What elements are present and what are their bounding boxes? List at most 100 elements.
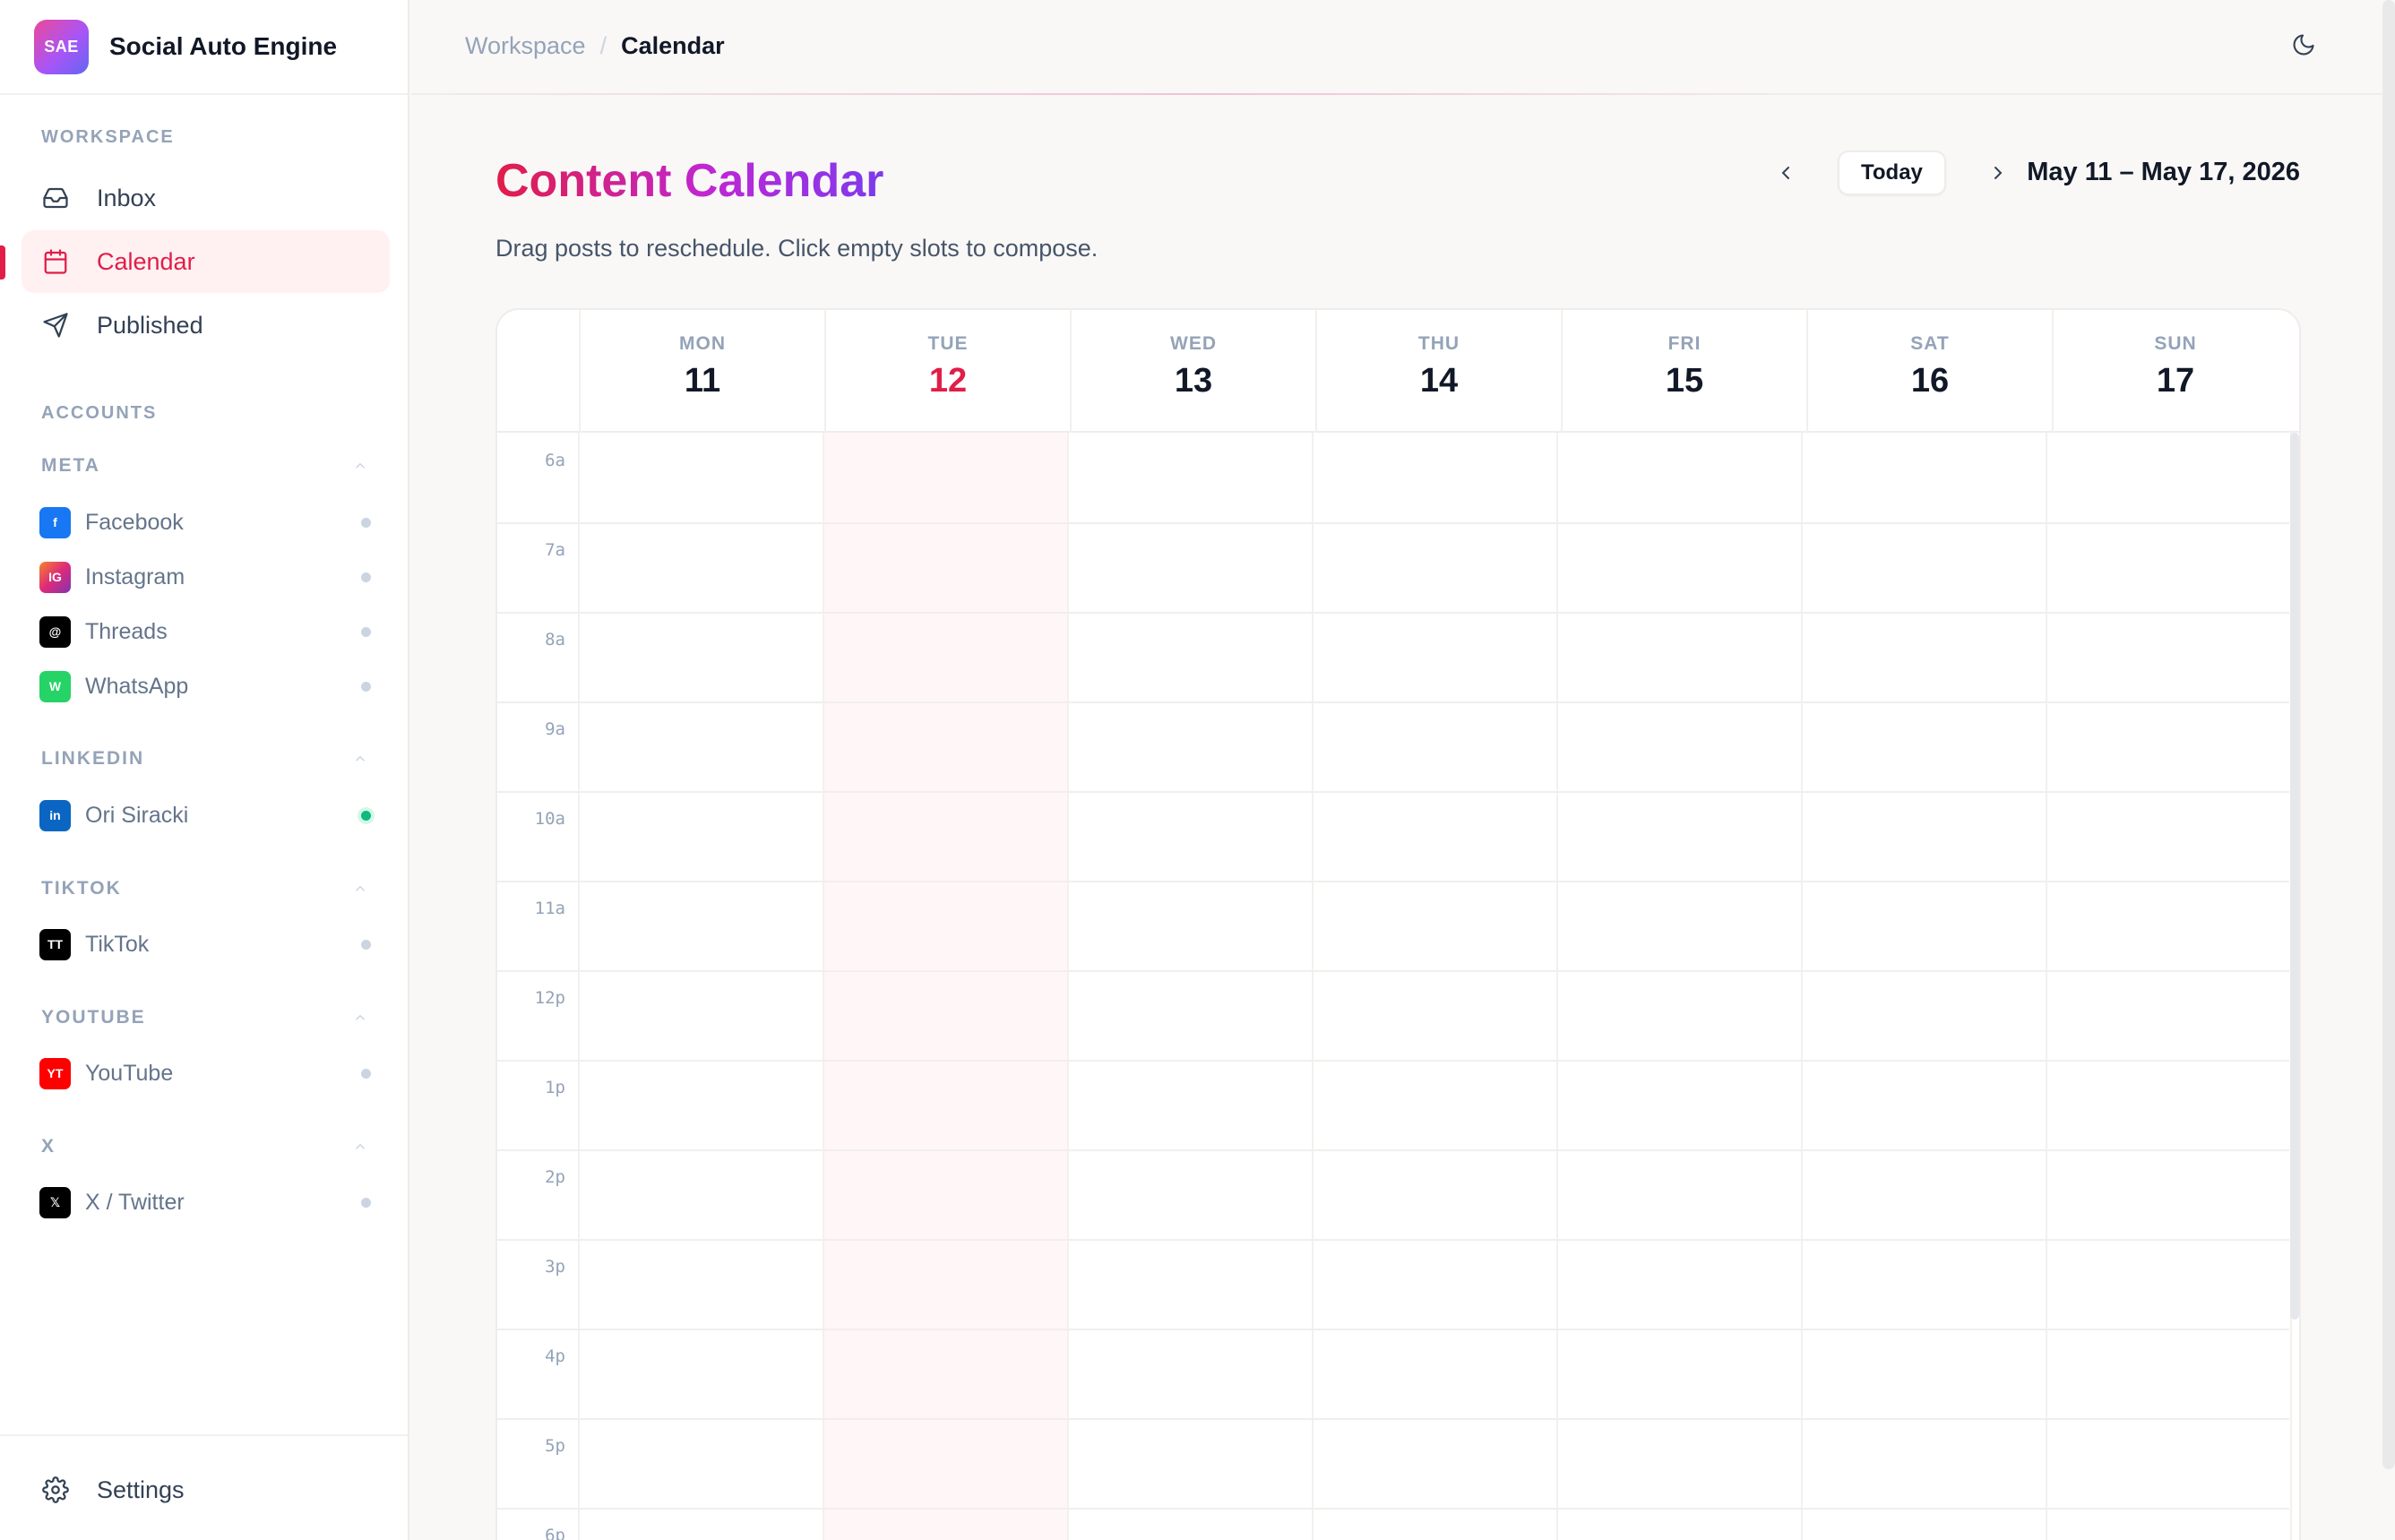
day-number-today: 12 [928, 362, 968, 400]
group-head-linkedin[interactable]: LINKEDIN [41, 748, 368, 770]
workspace-section-label: WORKSPACE [41, 127, 175, 147]
hour-label: 9a [545, 719, 565, 739]
account-instagram[interactable]: IG Instagram [39, 559, 371, 595]
account-name: Threads [85, 618, 168, 644]
grid-row-line [497, 1239, 2289, 1241]
day-name: TUE [927, 333, 969, 354]
sidebar-item-label: Settings [97, 1475, 185, 1503]
hour-label: 5p [545, 1436, 565, 1456]
day-number: 16 [1910, 362, 1950, 400]
tiktok-icon: TT [39, 928, 71, 960]
grid-column-line [578, 433, 580, 1540]
grid-row-line [497, 881, 2289, 882]
hour-label: 2p [545, 1167, 565, 1187]
sidebar-item-calendar[interactable]: Calendar [22, 230, 390, 293]
status-dot [361, 1068, 371, 1079]
grid-row-line [497, 1418, 2289, 1420]
grid-row-line [497, 1508, 2289, 1510]
sidebar-item-inbox[interactable]: Inbox [22, 167, 390, 229]
instagram-icon: IG [39, 561, 71, 593]
grid-column-line [823, 433, 824, 1540]
account-threads[interactable]: @ Threads [39, 614, 371, 650]
group-head-youtube[interactable]: YOUTUBE [41, 1007, 368, 1028]
grid-column-line [2046, 433, 2047, 1540]
page-subtitle: Drag posts to reschedule. Click empty sl… [495, 235, 1098, 262]
account-name: WhatsApp [85, 673, 189, 699]
day-number: 11 [684, 362, 721, 400]
group-name: X [41, 1136, 56, 1157]
calendar-icon [41, 247, 70, 276]
day-name: MON [679, 333, 726, 354]
hour-label: 6a [545, 451, 565, 470]
theme-toggle-button[interactable] [2291, 32, 2318, 59]
grid-row-line [497, 701, 2289, 703]
sidebar-footer: Settings [0, 1434, 408, 1540]
linkedin-icon: in [39, 799, 71, 831]
brand[interactable]: SAE Social Auto Engine [0, 0, 408, 95]
group-head-meta[interactable]: META [41, 455, 368, 477]
hour-label: 8a [545, 630, 565, 650]
breadcrumb-separator: / [599, 32, 607, 59]
sidebar-item-published[interactable]: Published [22, 294, 390, 357]
page-scrollbar[interactable] [2382, 0, 2395, 1469]
chevron-up-icon [355, 885, 366, 891]
sidebar-item-settings[interactable]: Settings [22, 1458, 390, 1521]
breadcrumb-workspace[interactable]: Workspace [465, 32, 586, 60]
gear-icon [41, 1475, 70, 1504]
topbar: Workspace / Calendar [411, 0, 2395, 95]
breadcrumb-current: Calendar [621, 32, 725, 59]
day-number: 14 [1419, 362, 1459, 400]
grid-column-line [1312, 433, 1314, 1540]
account-linkedin[interactable]: in Ori Siracki [39, 797, 371, 833]
account-whatsapp[interactable]: W WhatsApp [39, 668, 371, 704]
account-facebook[interactable]: f Facebook [39, 504, 371, 540]
account-name: Facebook [85, 509, 184, 535]
account-name: Instagram [85, 564, 185, 589]
sidebar-item-label: Published [97, 311, 203, 339]
today-column-highlight [823, 433, 1068, 1540]
hour-label: 6p [545, 1526, 565, 1540]
chevron-right-icon [1994, 167, 2003, 179]
account-x-twitter[interactable]: 𝕏 X / Twitter [39, 1184, 371, 1220]
day-number: 17 [2156, 362, 2195, 400]
grid-column-line [1067, 433, 1069, 1540]
x-icon: 𝕏 [39, 1186, 71, 1218]
status-dot-connected [361, 810, 371, 821]
group-name: LINKEDIN [41, 748, 145, 769]
chevron-left-icon [1781, 167, 1789, 179]
account-tiktok[interactable]: TT TikTok [39, 926, 371, 962]
next-week-button[interactable] [1980, 155, 2016, 191]
prev-week-button[interactable] [1768, 155, 1804, 191]
chevron-up-icon [355, 1014, 366, 1020]
grid-row-line [497, 612, 2289, 614]
day-number: 15 [1665, 362, 1704, 400]
group-name: TIKTOK [41, 878, 122, 899]
status-dot [361, 681, 371, 692]
hour-label: 12p [534, 988, 565, 1008]
calendar-header: MON 11 TUE 12 WED 13 THU 14 FRI 15 SAT 1… [497, 310, 2299, 433]
time-grid[interactable]: 6a 7a 8a 9a 10a 11a 12p 1p 2p 3p 4p 5p 6p [497, 433, 2292, 1540]
status-dot [361, 572, 371, 582]
account-name: YouTube [85, 1060, 174, 1086]
account-youtube[interactable]: YT YouTube [39, 1055, 371, 1091]
brand-name: Social Auto Engine [109, 32, 338, 60]
account-name: X / Twitter [85, 1189, 185, 1215]
account-name: TikTok [85, 931, 150, 957]
day-number: 13 [1174, 362, 1213, 400]
week-calendar: MON 11 TUE 12 WED 13 THU 14 FRI 15 SAT 1… [495, 308, 2301, 1540]
grid-column-line [1556, 433, 1558, 1540]
group-head-tiktok[interactable]: TIKTOK [41, 878, 368, 899]
youtube-icon: YT [39, 1057, 71, 1089]
day-name: FRI [1667, 333, 1701, 354]
day-name: WED [1170, 333, 1217, 354]
chevron-up-icon [355, 462, 366, 469]
grid-row-line [497, 970, 2289, 972]
day-header-sun: SUN 17 [2052, 310, 2297, 433]
group-head-x[interactable]: X [41, 1136, 368, 1157]
calendar-scrollbar[interactable] [2290, 433, 2299, 1320]
whatsapp-icon: W [39, 670, 71, 702]
inbox-icon [41, 184, 70, 212]
grid-row-line [497, 522, 2289, 524]
today-button[interactable]: Today [1838, 151, 1946, 195]
day-name: THU [1417, 333, 1460, 354]
